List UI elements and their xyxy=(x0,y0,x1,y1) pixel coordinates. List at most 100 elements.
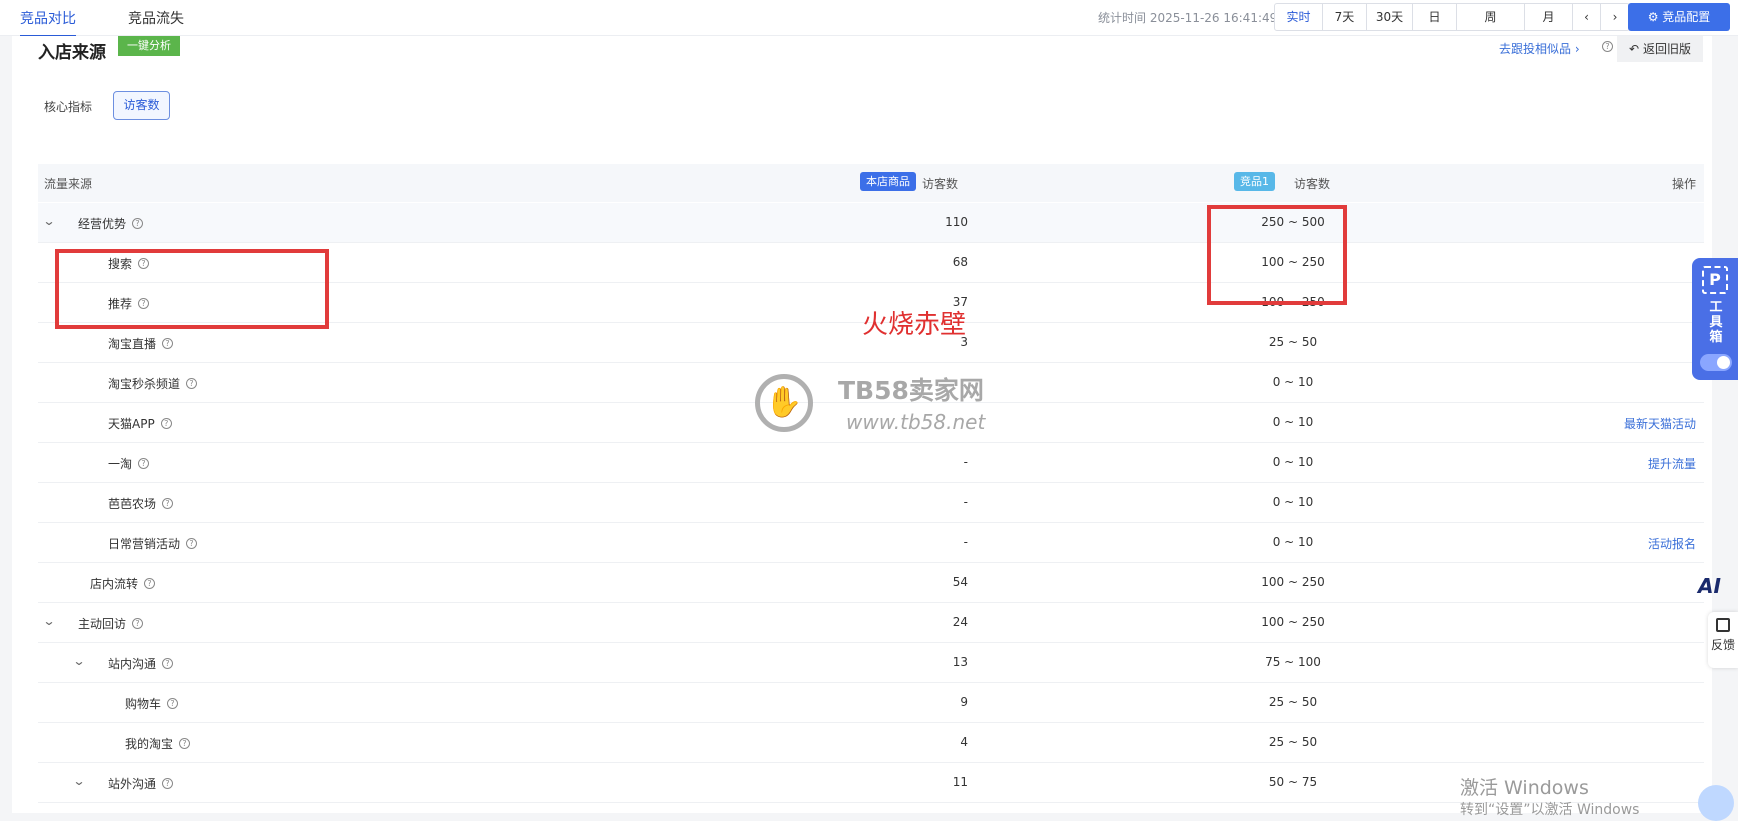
tab-competitor-compare[interactable]: 竞品对比 xyxy=(20,8,76,37)
chevron-down-icon[interactable]: ⌄ xyxy=(42,614,55,628)
help-icon[interactable]: ? xyxy=(132,218,144,229)
help-icon[interactable]: ? xyxy=(1602,41,1613,52)
source-name: 我的淘宝? xyxy=(125,735,191,752)
own-visitors-value: - xyxy=(963,455,968,469)
own-visitors-value: 110 xyxy=(945,215,968,229)
own-visitors-value: 13 xyxy=(952,655,968,669)
source-name: 天猫APP? xyxy=(108,415,172,432)
competitor-visitors-value: 0 ~ 10 xyxy=(1272,535,1314,549)
metric-tab-core[interactable]: 核心指标 xyxy=(44,98,92,115)
source-label: 店内流转 xyxy=(90,577,139,591)
one-click-analyze-button[interactable]: 一键分析 xyxy=(118,36,180,56)
table-row: 店内流转? 54 100 ~ 250 xyxy=(38,563,1704,603)
own-visitors-value: 11 xyxy=(952,775,968,789)
own-visitors-value: - xyxy=(963,535,968,549)
assistant-bubble-icon[interactable] xyxy=(1698,785,1734,821)
own-visitors-value: 4 xyxy=(960,735,968,749)
tag-competitor-1: 竞品1 xyxy=(1234,172,1275,191)
annotation-box-left xyxy=(55,249,329,329)
toolbox-toggle[interactable] xyxy=(1700,354,1732,371)
gear-icon: ⚙ xyxy=(1647,10,1659,24)
own-visitors-value: 24 xyxy=(952,615,968,629)
period-month[interactable]: 月 xyxy=(1525,4,1573,30)
help-icon[interactable]: ? xyxy=(160,418,172,429)
help-icon[interactable]: ? xyxy=(162,778,174,789)
competitor-visitors-value: 50 ~ 75 xyxy=(1268,775,1318,789)
period-30d[interactable]: 30天 xyxy=(1367,4,1413,30)
source-label: 我的淘宝 xyxy=(125,737,174,751)
logo-url: www.tb58.net xyxy=(846,410,986,434)
period-realtime[interactable]: 实时 xyxy=(1275,4,1323,30)
feedback-button[interactable]: 反馈 xyxy=(1708,612,1738,668)
return-label: 返回旧版 xyxy=(1642,42,1691,56)
help-icon[interactable]: ? xyxy=(167,698,179,709)
source-name: 站外沟通? xyxy=(108,775,174,792)
return-icon: ↶ xyxy=(1629,42,1640,56)
windows-activation-title: 激活 Windows xyxy=(1460,777,1589,799)
follow-similar-label: 去跟投相似品 xyxy=(1499,42,1572,56)
source-name: 主动回访? xyxy=(78,615,144,632)
header-operation: 操作 xyxy=(1671,177,1696,191)
competitor-visitors-value: 25 ~ 50 xyxy=(1268,335,1318,349)
competitor-visitors-value: 0 ~ 10 xyxy=(1272,495,1314,509)
source-name: 日常营销活动? xyxy=(108,535,198,552)
competitor-visitors-value: 75 ~ 100 xyxy=(1265,655,1321,669)
tag-own-product: 本店商品 xyxy=(860,172,916,191)
help-icon[interactable]: ? xyxy=(132,618,144,629)
prev-arrow-icon[interactable]: ‹ xyxy=(1573,4,1601,30)
source-name: 购物车? xyxy=(125,695,179,712)
metric-tab-visitors[interactable]: 访客数 xyxy=(113,91,170,120)
source-label: 站外沟通 xyxy=(108,777,157,791)
table-row: ⌄ 站外沟通? 11 50 ~ 75 xyxy=(38,763,1704,803)
own-visitors-value: 54 xyxy=(952,575,968,589)
competitor-config-button[interactable]: ⚙ 竞品配置 xyxy=(1628,3,1730,31)
stat-time: 统计时间 2025-11-26 16:41:49 xyxy=(1098,11,1278,25)
return-old-version-button[interactable]: ↶ 返回旧版 xyxy=(1617,36,1703,62)
source-name: 一淘? xyxy=(108,455,150,472)
next-arrow-icon[interactable]: › xyxy=(1601,4,1629,30)
period-selector: 实时 7天 30天 日 周 月 ‹ › xyxy=(1274,3,1630,31)
own-visitors-value: 68 xyxy=(952,255,968,269)
source-label: 日常营销活动 xyxy=(108,537,181,551)
competitor-visitors-value: 100 ~ 250 xyxy=(1261,615,1325,629)
help-icon[interactable]: ? xyxy=(162,658,174,669)
chevron-down-icon[interactable]: ⌄ xyxy=(72,654,85,668)
period-week[interactable]: 周 xyxy=(1457,4,1525,30)
tab-competitor-loss[interactable]: 竞品流失 xyxy=(128,8,184,28)
help-icon[interactable]: ? xyxy=(162,498,174,509)
help-icon[interactable]: ? xyxy=(186,538,198,549)
competitor-config-label: 竞品配置 xyxy=(1662,10,1711,24)
help-icon[interactable]: ? xyxy=(179,738,191,749)
table-header: 流量来源 本店商品 访客数 竞品1 访客数 操作 xyxy=(38,164,1704,202)
help-icon[interactable]: ? xyxy=(162,338,174,349)
operation-link[interactable]: 活动报名 xyxy=(1648,535,1696,552)
operation-link[interactable]: 提升流量 xyxy=(1648,455,1696,472)
header-own-visitors[interactable]: 访客数 xyxy=(922,175,958,192)
help-icon[interactable]: ? xyxy=(138,458,150,469)
annotation-box-right xyxy=(1207,205,1347,305)
follow-similar-link[interactable]: 去跟投相似品 › xyxy=(1499,40,1580,57)
table-row: 日常营销活动? - 0 ~ 10 活动报名 xyxy=(38,523,1704,563)
logo-text: TB58卖家网 xyxy=(838,376,984,405)
competitor-visitors-value: 0 ~ 10 xyxy=(1272,375,1314,389)
source-name: 经营优势? xyxy=(78,215,144,232)
operation-link[interactable]: 最新天猫活动 xyxy=(1624,415,1696,432)
toolbox-panel[interactable]: P 工具箱 xyxy=(1692,258,1738,380)
chevron-down-icon[interactable]: ⌄ xyxy=(72,774,85,788)
chevron-down-icon[interactable]: ⌄ xyxy=(42,214,55,228)
table-row: ⌄ 经营优势? 110 250 ~ 500 xyxy=(38,203,1704,243)
help-icon[interactable]: ? xyxy=(186,378,198,389)
competitor-visitors-value: 0 ~ 10 xyxy=(1272,415,1314,429)
header-competitor-visitors[interactable]: 访客数 xyxy=(1294,175,1330,192)
source-label: 天猫APP xyxy=(108,417,155,431)
source-name: 站内沟通? xyxy=(108,655,174,672)
source-label: 淘宝直播 xyxy=(108,337,157,351)
competitor-visitors-value: 0 ~ 10 xyxy=(1272,455,1314,469)
period-7d[interactable]: 7天 xyxy=(1323,4,1367,30)
period-day[interactable]: 日 xyxy=(1413,4,1457,30)
source-name: 芭芭农场? xyxy=(108,495,174,512)
help-icon[interactable]: ? xyxy=(144,578,156,589)
source-label: 芭芭农场 xyxy=(108,497,157,511)
table-row: ⌄ 主动回访? 24 100 ~ 250 xyxy=(38,603,1704,643)
ai-badge[interactable]: AI xyxy=(1698,574,1721,598)
